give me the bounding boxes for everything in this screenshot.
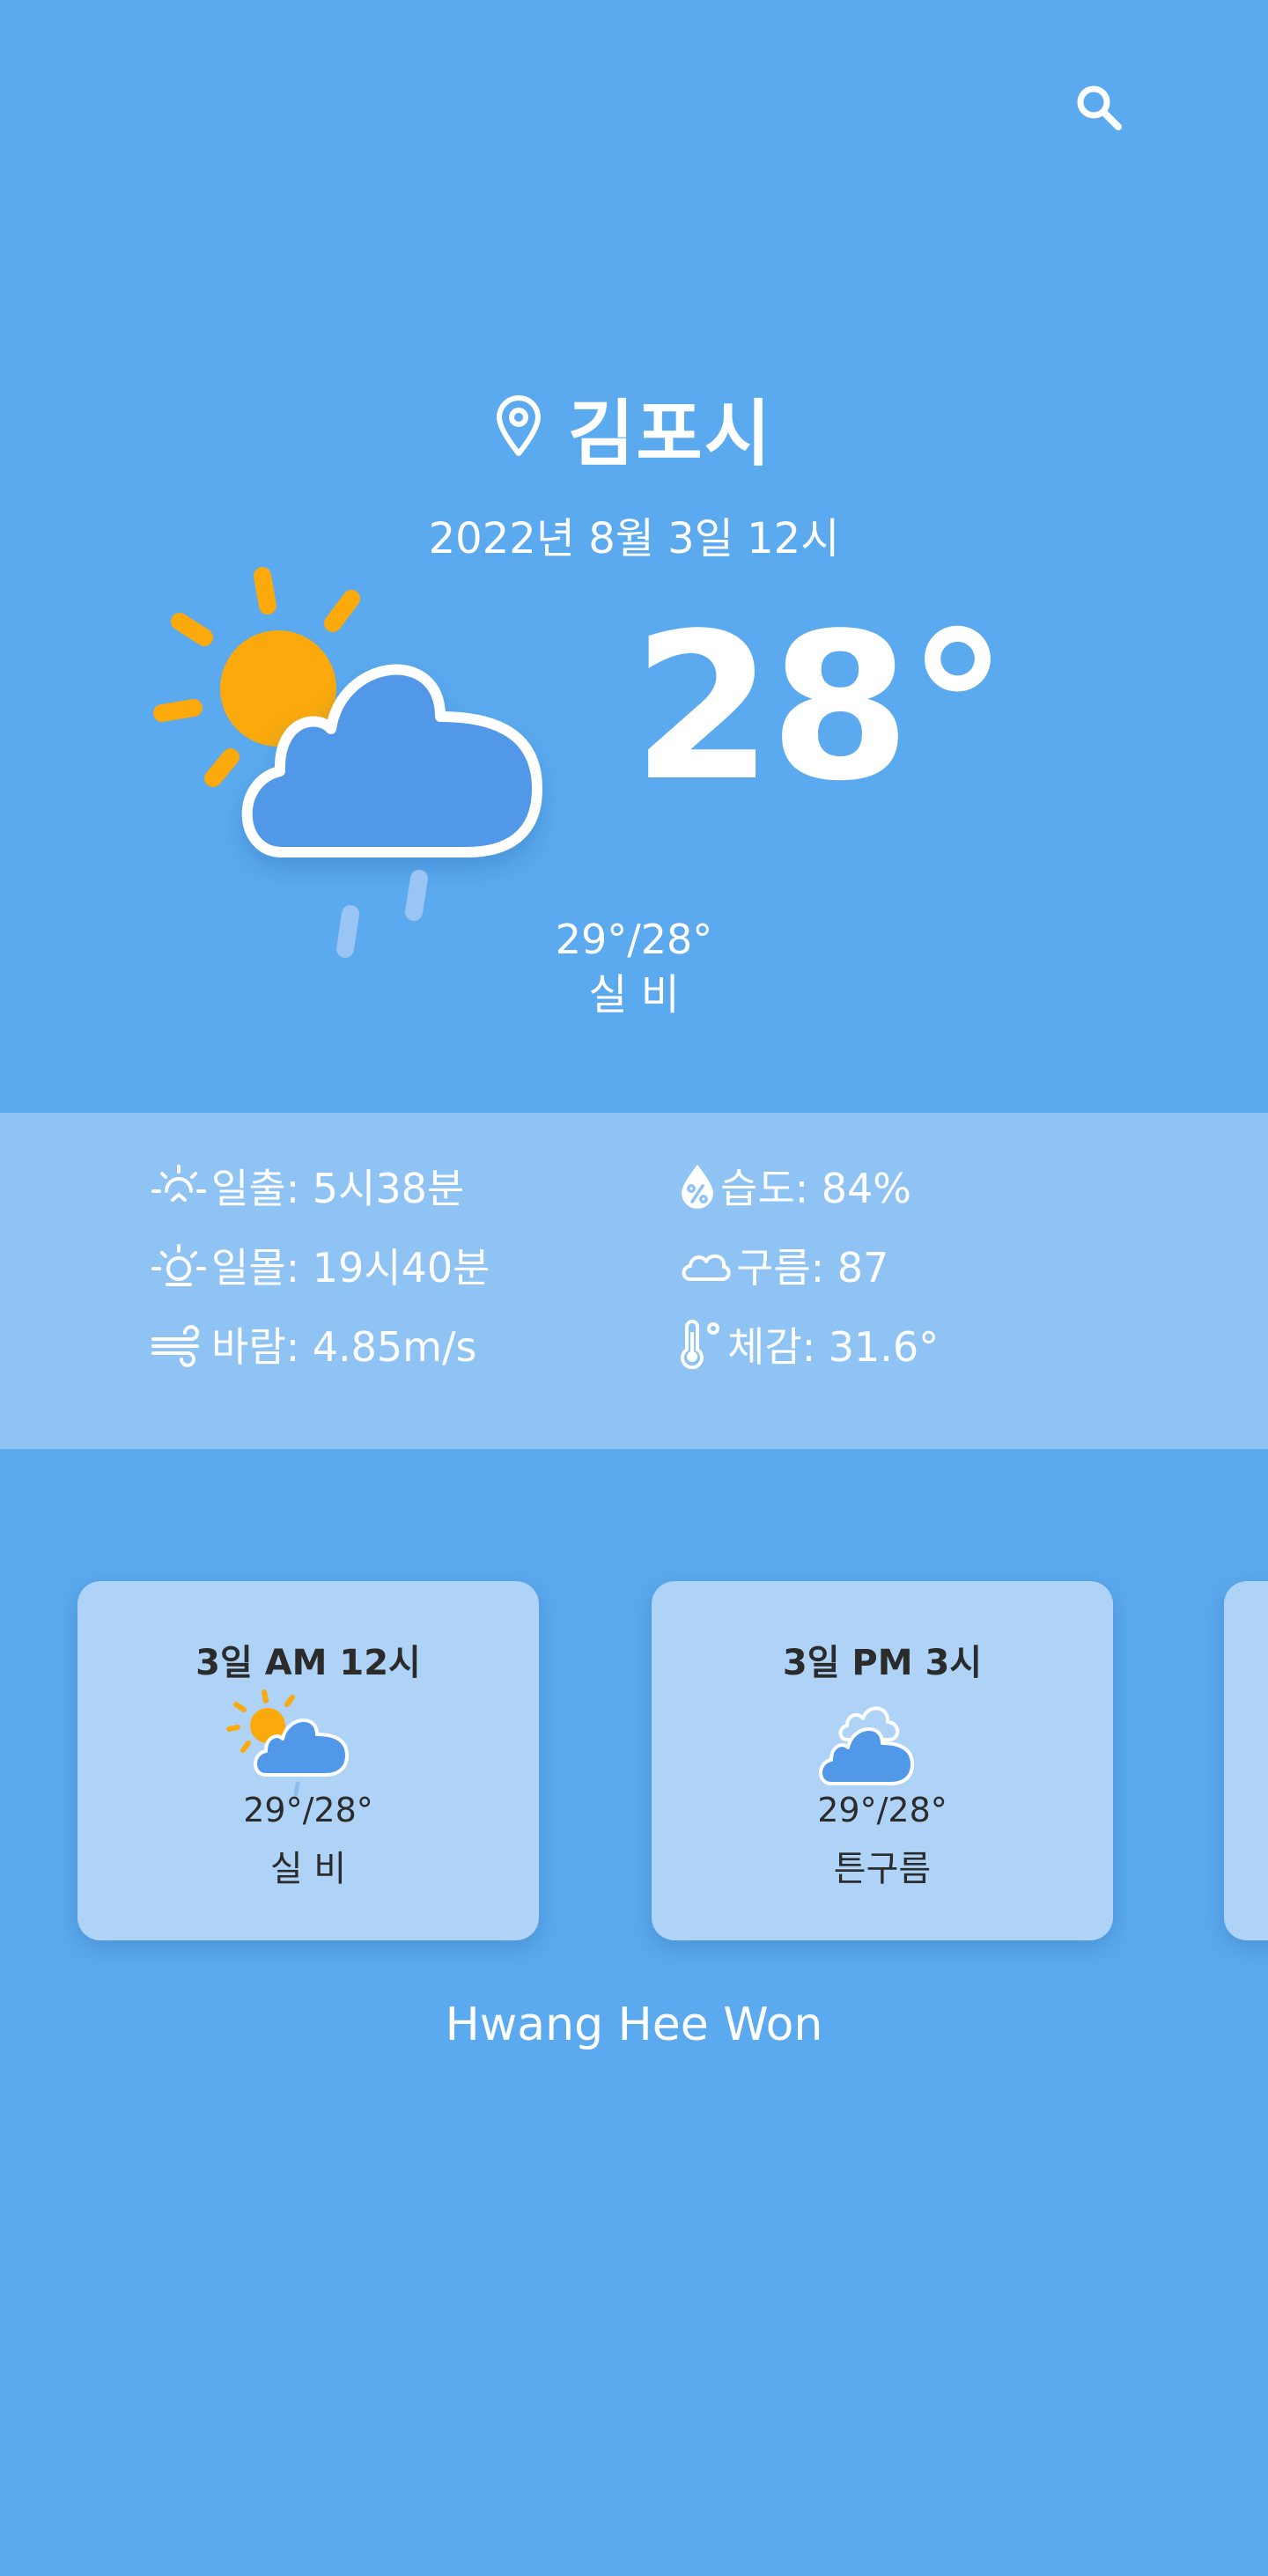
forecast-time: 3일 AM 12시	[195, 1643, 421, 1683]
search-button[interactable]	[1069, 77, 1132, 141]
wind-detail: 바람: 4.85m/s	[150, 1314, 476, 1375]
feels-like-detail: 체감: 31.6°	[678, 1314, 939, 1375]
clouds-text: 구름: 87	[736, 1244, 889, 1292]
forecast-condition: 튼구름	[833, 1849, 932, 1889]
cloud-icon	[682, 1254, 731, 1281]
weather-details-panel: 일출: 5시38분 일몰: 19시40분 바람: 4.85m/s 습도: 84%…	[0, 1113, 1268, 1449]
current-temperature: 28°	[632, 591, 1008, 826]
footer-author: Hwang Hee Won	[445, 1998, 823, 2051]
forecast-time: 3일 PM 3시	[782, 1643, 983, 1683]
sun-cloud-rain-icon	[226, 1689, 349, 1797]
forecast-temp-range: 29°/28°	[243, 1791, 373, 1829]
wind-text: 바람: 4.85m/s	[211, 1323, 477, 1371]
sunrise-icon	[151, 1165, 206, 1202]
current-temp-range: 29°/28°	[555, 916, 713, 963]
sunset-detail: 일몰: 19시40분	[150, 1234, 490, 1296]
forecast-card-partial[interactable]	[1224, 1581, 1268, 1940]
feels-like-text: 체감: 31.6°	[727, 1323, 940, 1371]
humidity-text: 습도: 84%	[720, 1165, 912, 1212]
current-datetime: 2022년 8월 3일 12시	[428, 514, 840, 563]
humidity-icon	[682, 1165, 713, 1209]
broken-clouds-icon	[819, 1706, 914, 1785]
forecast-card[interactable]: 3일 PM 3시 29°/28° 튼구름	[652, 1581, 1113, 1940]
clouds-detail: 구름: 87	[678, 1234, 888, 1296]
sunrise-detail: 일출: 5시38분	[150, 1155, 464, 1217]
current-condition: 실 비	[588, 970, 680, 1019]
forecast-temp-range: 29°/28°	[817, 1791, 947, 1829]
sunrise-text: 일출: 5시38분	[211, 1165, 465, 1212]
search-icon	[1077, 85, 1122, 130]
humidity-detail: 습도: 84%	[678, 1155, 911, 1217]
forecast-condition: 실 비	[269, 1849, 347, 1889]
forecast-card[interactable]: 3일 AM 12시 29°/28° 실 비	[77, 1581, 539, 1940]
sunset-text: 일몰: 19시40분	[211, 1244, 490, 1292]
sunset-icon	[151, 1244, 206, 1286]
thermometer-icon	[681, 1320, 719, 1369]
location-pin-icon	[496, 395, 541, 456]
city-name: 김포시	[567, 392, 773, 476]
sun-cloud-rain-icon	[153, 567, 542, 958]
wind-icon	[151, 1325, 199, 1367]
location-header: 김포시	[0, 379, 1268, 476]
